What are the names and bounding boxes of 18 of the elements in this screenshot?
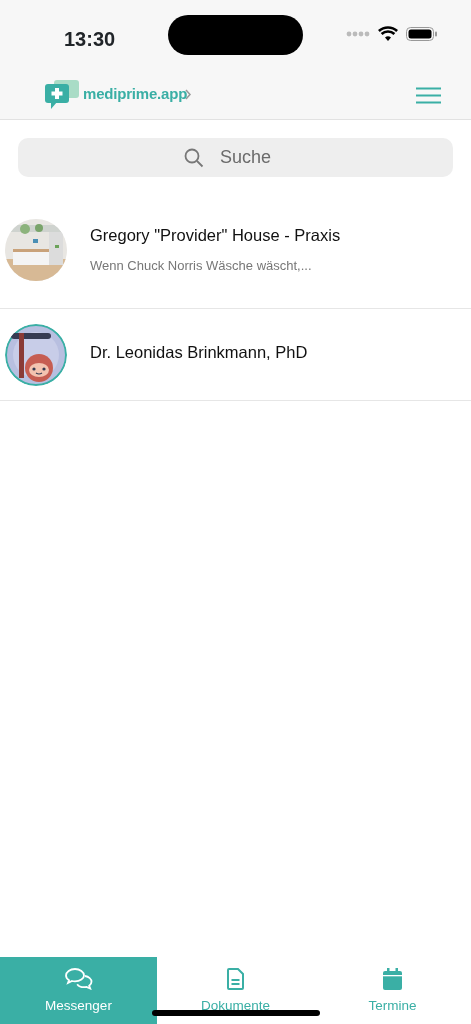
- logo-icon: [45, 80, 79, 109]
- wifi-icon: [378, 26, 398, 41]
- logo-text: mediprime.app: [83, 84, 188, 105]
- sloth-avatar-drawing: [5, 323, 67, 386]
- contact-name: Dr. Leonidas Brinkmann, PhD: [90, 342, 308, 364]
- signal-icon: [346, 30, 370, 37]
- calendar-icon: [383, 967, 402, 990]
- tab[interactable]: Messenger: [0, 957, 157, 1024]
- status-time: 13:30: [64, 27, 116, 52]
- document-icon: [227, 967, 244, 990]
- message-preview: Wenn Chuck Norris Wäsche wäscht,...: [90, 257, 313, 276]
- chat-bubbles-icon: [64, 967, 93, 990]
- search-field[interactable]: Suche: [18, 138, 453, 177]
- chat-item[interactable]: Gregory "Provider" House - Praxis Wenn Chuck Norris Wäsche wäscht,...: [0, 191, 471, 309]
- battery-icon: [406, 26, 437, 41]
- chat-item[interactable]: Dr. Leonidas Brinkmann, PhD: [0, 309, 471, 401]
- chevron-icon: [185, 89, 192, 100]
- contact-name: Gregory "Provider" House - Praxis: [90, 225, 341, 247]
